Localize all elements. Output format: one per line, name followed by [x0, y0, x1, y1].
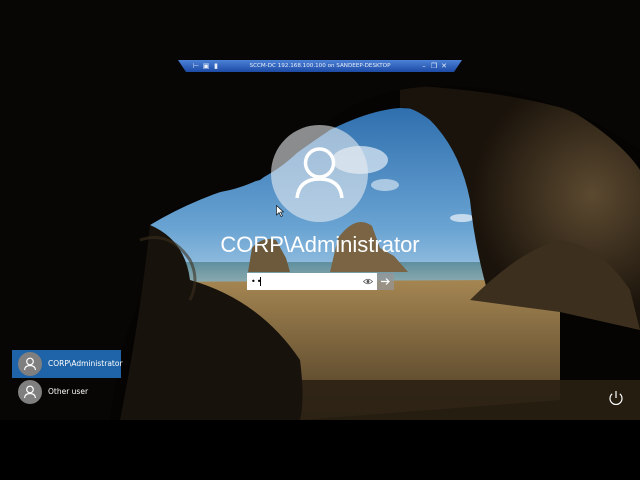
- user-icon: [23, 385, 37, 399]
- connection-title: SCCM-DC 192.168.100.100 on SANDEEP-DESKT…: [249, 63, 391, 69]
- user-avatar: [271, 125, 368, 222]
- user-icon: [23, 357, 37, 371]
- tile-avatar: [18, 380, 42, 404]
- text-caret: [260, 277, 261, 286]
- mouse-pointer-icon: [276, 205, 284, 217]
- remote-connection-bar: ⊢ ▣ ▮ SCCM-DC 192.168.100.100 on SANDEEP…: [178, 60, 462, 72]
- power-icon[interactable]: [607, 389, 625, 407]
- minimize-icon[interactable]: –: [420, 62, 428, 70]
- eye-icon[interactable]: [363, 277, 373, 286]
- user-icon: [295, 147, 344, 199]
- signal-icon[interactable]: ▮: [212, 62, 220, 70]
- close-icon[interactable]: ✕: [440, 62, 448, 70]
- password-input[interactable]: ••: [247, 273, 377, 290]
- user-tile-other-user[interactable]: Other user: [12, 378, 121, 406]
- user-name-heading: CORP\Administrator: [220, 232, 420, 257]
- login-screen: ⊢ ▣ ▮ SCCM-DC 192.168.100.100 on SANDEEP…: [0, 0, 640, 480]
- submit-button[interactable]: [377, 273, 394, 290]
- pin-icon[interactable]: ⊢: [192, 62, 200, 70]
- lock-icon[interactable]: ▣: [202, 62, 210, 70]
- user-tile-administrator[interactable]: CORP\Administrator: [12, 350, 123, 378]
- user-tile-label: CORP\Administrator: [48, 359, 123, 368]
- arrow-right-icon: [381, 278, 390, 285]
- restore-icon[interactable]: ❐: [430, 62, 438, 70]
- user-tile-label: Other user: [48, 387, 89, 396]
- tile-avatar: [18, 352, 42, 376]
